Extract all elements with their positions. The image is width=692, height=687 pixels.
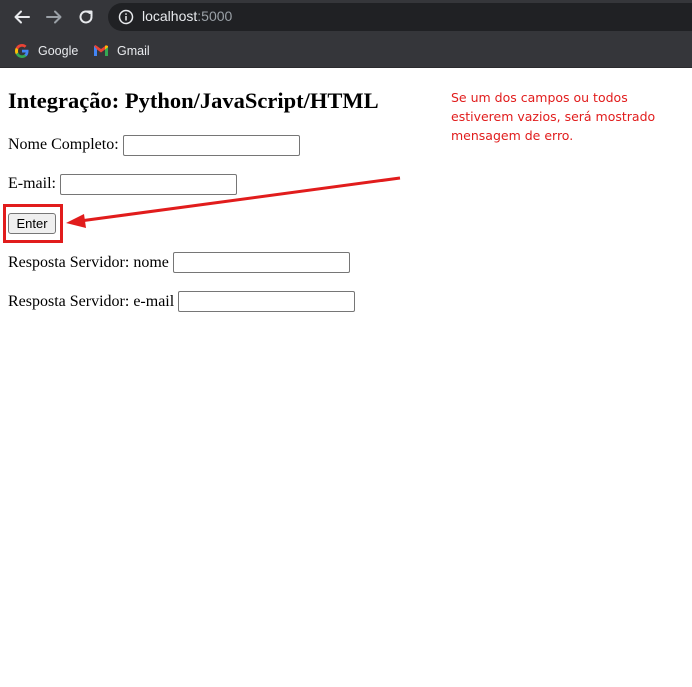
nome-completo-label: Nome Completo:: [8, 136, 119, 153]
google-icon: [14, 43, 30, 59]
reload-icon: [79, 10, 93, 24]
page-title: Integração: Python/JavaScript/HTML: [8, 88, 379, 113]
resposta-email-label: Resposta Servidor: e-mail: [8, 293, 175, 310]
email-input[interactable]: [60, 174, 237, 195]
browser-toolbar: localhost:5000: [0, 0, 692, 35]
arrow-right-icon: [46, 10, 62, 24]
info-icon[interactable]: [118, 9, 134, 25]
resposta-nome-output[interactable]: [173, 252, 350, 273]
bookmarks-bar: Google Gmail: [0, 35, 692, 68]
url-port: :5000: [197, 8, 233, 24]
address-bar[interactable]: localhost:5000: [108, 3, 692, 31]
resposta-nome-label: Resposta Servidor: nome: [8, 254, 169, 271]
arrow-left-icon: [14, 10, 30, 24]
bookmark-label: Google: [38, 44, 79, 58]
email-label: E-mail:: [8, 175, 56, 192]
url-host: localhost: [142, 8, 198, 24]
bookmark-gmail[interactable]: Gmail: [93, 41, 150, 61]
resposta-email-output[interactable]: [178, 291, 355, 312]
annotation-note: Se um dos campos ou todos estiverem vazi…: [451, 90, 656, 143]
reload-button[interactable]: [75, 6, 97, 28]
bookmark-google[interactable]: Google: [14, 41, 78, 61]
url-text: localhost:5000: [142, 8, 232, 24]
bookmark-label: Gmail: [117, 44, 150, 58]
gmail-icon: [93, 43, 109, 59]
forward-button[interactable]: [43, 6, 65, 28]
enter-button[interactable]: Enter: [8, 213, 56, 234]
back-button[interactable]: [11, 6, 33, 28]
nome-completo-input[interactable]: [123, 135, 300, 156]
